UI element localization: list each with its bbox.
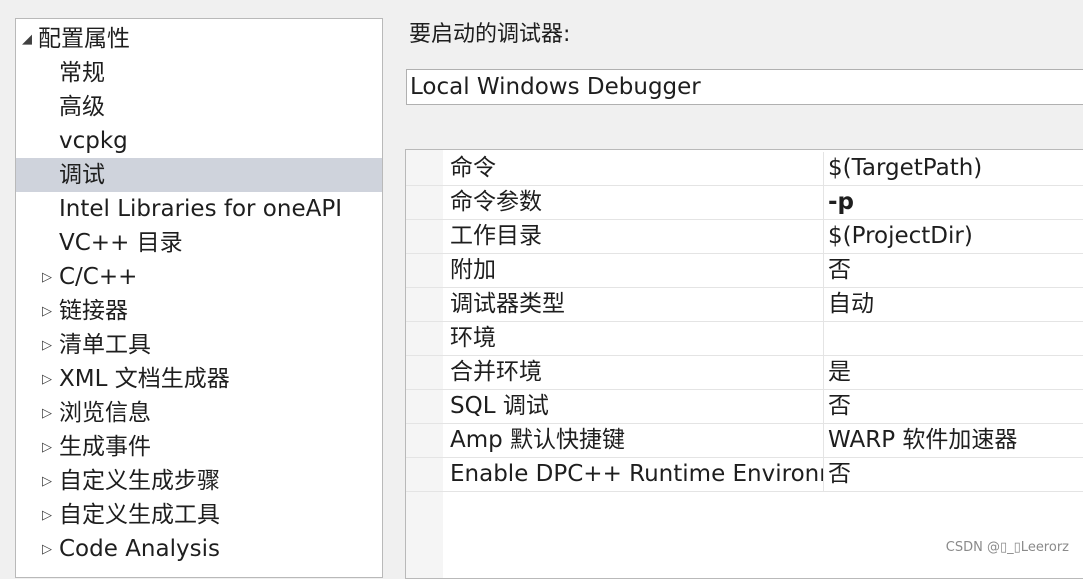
tree-item-label: 高级 [59, 94, 105, 120]
property-value[interactable]: -p [828, 186, 1083, 219]
collapsed-triangle-icon[interactable]: ▷ [39, 430, 55, 464]
tree-item[interactable]: ▷ 自定义生成工具 [16, 498, 382, 532]
tree-item-label: 配置属性 [38, 26, 130, 52]
property-name: 命令 [450, 155, 496, 181]
column-divider[interactable] [823, 390, 824, 423]
tree-item[interactable]: ▷ Code Analysis [16, 532, 382, 566]
property-row[interactable]: SQL 调试 否 [406, 390, 1083, 424]
property-row[interactable]: 环境 [406, 322, 1083, 356]
property-row[interactable]: 附加 否 [406, 254, 1083, 288]
column-divider[interactable] [823, 322, 824, 355]
tree-item[interactable]: vcpkg [16, 124, 382, 158]
property-value[interactable]: 否 [828, 254, 1083, 287]
collapsed-triangle-icon[interactable]: ▷ [39, 396, 55, 430]
property-value[interactable]: 否 [828, 390, 1083, 423]
row-gutter [406, 254, 443, 287]
row-gutter [406, 152, 443, 185]
property-row[interactable]: 命令参数 -p [406, 186, 1083, 220]
row-gutter [406, 356, 443, 389]
column-divider[interactable] [823, 152, 824, 185]
tree-item[interactable]: Intel Libraries for oneAPI [16, 192, 382, 226]
property-name: Amp 默认快捷键 [450, 427, 626, 453]
tree-item[interactable]: ▷ 自定义生成步骤 [16, 464, 382, 498]
tree-item-label: C/C++ [59, 264, 138, 290]
tree-item[interactable]: VC++ 目录 [16, 226, 382, 260]
tree-item-label: 自定义生成工具 [59, 502, 220, 528]
row-gutter [406, 424, 443, 457]
tree-item[interactable]: ▷ 生成事件 [16, 430, 382, 464]
tree-item-label: Intel Libraries for oneAPI [59, 196, 342, 222]
collapsed-triangle-icon[interactable]: ▷ [39, 464, 55, 498]
property-row[interactable]: Enable DPC++ Runtime Environment否 [406, 458, 1083, 492]
column-divider[interactable] [823, 356, 824, 389]
tree-item-label: Code Analysis [59, 536, 220, 562]
tree-item-label: 清单工具 [59, 332, 151, 358]
property-name: 工作目录 [450, 223, 542, 249]
property-row[interactable]: 命令 $(TargetPath) [406, 152, 1083, 186]
property-row[interactable]: 工作目录 $(ProjectDir) [406, 220, 1083, 254]
property-value[interactable]: $(ProjectDir) [828, 220, 1083, 253]
tree-item-label: XML 文档生成器 [59, 366, 230, 392]
column-divider[interactable] [823, 288, 824, 321]
watermark: CSDN @▯_▯Leerorz [945, 540, 1069, 555]
tree-item-label: 链接器 [59, 298, 128, 324]
column-divider[interactable] [823, 254, 824, 287]
tree-item-label: 浏览信息 [59, 400, 151, 426]
column-divider[interactable] [823, 424, 824, 457]
tree-item-label: 生成事件 [59, 434, 151, 460]
tree-item-label: 自定义生成步骤 [59, 468, 220, 494]
collapsed-triangle-icon[interactable]: ▷ [39, 498, 55, 532]
row-gutter [406, 458, 443, 491]
row-gutter [406, 220, 443, 253]
debugger-label: 要启动的调试器: [409, 22, 571, 47]
column-divider[interactable] [823, 220, 824, 253]
tree-item-label: VC++ 目录 [59, 230, 183, 256]
tree-item-label: 调试 [59, 162, 105, 188]
property-value[interactable]: $(TargetPath) [828, 152, 1083, 185]
property-name: 命令参数 [450, 189, 542, 215]
column-divider[interactable] [823, 458, 824, 491]
tree-item[interactable]: ◢ 配置属性 [16, 22, 382, 56]
collapsed-triangle-icon[interactable]: ▷ [39, 328, 55, 362]
property-name: SQL 调试 [450, 393, 549, 419]
property-value[interactable]: WARP 软件加速器 [828, 424, 1083, 457]
property-value[interactable] [828, 322, 1083, 355]
row-gutter [406, 186, 443, 219]
row-gutter [406, 390, 443, 423]
property-row[interactable]: 调试器类型 自动 [406, 288, 1083, 322]
row-gutter [406, 322, 443, 355]
property-tree: ◢ 配置属性常规高级 vcpkg 调试 Intel Libraries for oneA… [15, 18, 383, 578]
column-divider[interactable] [823, 186, 824, 219]
row-gutter [406, 288, 443, 321]
property-row[interactable]: Amp 默认快捷键 WARP 软件加速器 [406, 424, 1083, 458]
property-value[interactable]: 否 [828, 458, 1083, 491]
collapsed-triangle-icon[interactable]: ▷ [39, 260, 55, 294]
property-row[interactable]: 合并环境 是 [406, 356, 1083, 390]
collapsed-triangle-icon[interactable]: ▷ [39, 532, 55, 566]
property-grid: 命令 $(TargetPath) 命令参数 -p 工作目录 $(ProjectDir) 附加… [405, 149, 1083, 579]
tree-item[interactable]: ▷ XML 文档生成器 [16, 362, 382, 396]
tree-item-label: 常规 [59, 60, 105, 86]
tree-item[interactable]: 调试 [16, 158, 382, 192]
tree-item[interactable]: 高级 [16, 90, 382, 124]
property-value[interactable]: 是 [828, 356, 1083, 389]
tree-item[interactable]: ▷ 浏览信息 [16, 396, 382, 430]
tree-item[interactable]: ▷ 链接器 [16, 294, 382, 328]
tree-item[interactable]: 常规 [16, 56, 382, 90]
property-name: 调试器类型 [450, 291, 565, 317]
tree-item[interactable]: ▷ 清单工具 [16, 328, 382, 362]
property-name: 合并环境 [450, 359, 542, 385]
property-value[interactable]: 自动 [828, 288, 1083, 321]
property-name: 环境 [450, 325, 496, 351]
tree-item-label: vcpkg [59, 128, 128, 154]
property-name: 附加 [450, 257, 496, 283]
expanded-triangle-icon[interactable]: ◢ [19, 22, 35, 56]
debugger-dropdown[interactable]: Local Windows Debugger [406, 69, 1083, 105]
tree-item[interactable]: ▷ C/C++ [16, 260, 382, 294]
collapsed-triangle-icon[interactable]: ▷ [39, 362, 55, 396]
property-name: Enable DPC++ Runtime Environment [450, 461, 823, 487]
collapsed-triangle-icon[interactable]: ▷ [39, 294, 55, 328]
